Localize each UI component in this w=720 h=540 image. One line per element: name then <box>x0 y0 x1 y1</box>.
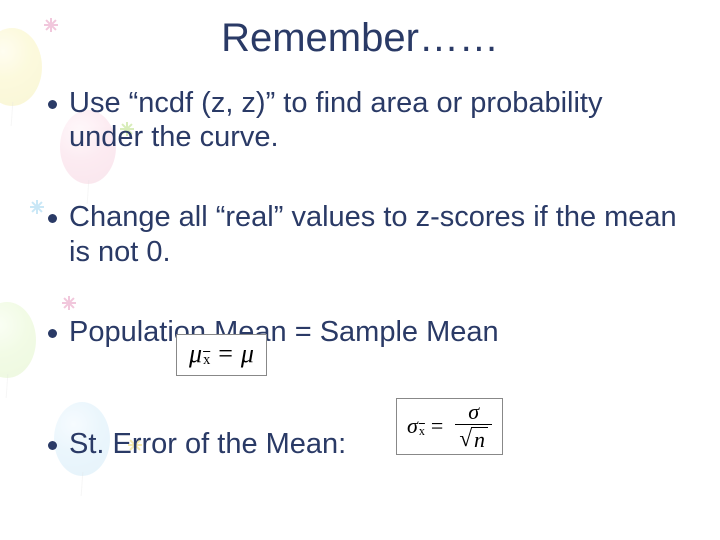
formula-population-mean: μx = μ <box>176 334 267 376</box>
equals-sign: = <box>431 413 443 439</box>
bullet-item: Use “ncdf (z, z)” to find area or probab… <box>48 86 678 154</box>
bullet-icon <box>48 329 57 338</box>
subscript-xbar: x <box>203 352 210 369</box>
slide-body: Use “ncdf (z, z)” to find area or probab… <box>48 86 678 461</box>
bullet-text: Use “ncdf (z, z)” to find area or probab… <box>69 86 678 154</box>
symbol-sigma: σ <box>468 399 479 424</box>
bullet-item: Population Mean = Sample Mean <box>48 315 678 349</box>
sqrt-argument: n <box>471 427 488 451</box>
bullet-icon <box>48 214 57 223</box>
bullet-icon <box>48 100 57 109</box>
formula-std-error-mean: σx = σ √ n <box>396 398 503 455</box>
subscript-xbar: x <box>419 424 425 439</box>
slide-title: Remember…… <box>0 16 720 61</box>
fraction-denominator: √ n <box>455 424 492 451</box>
bullet-text: Change all “real” values to z-scores if … <box>69 200 678 268</box>
sparkle-decoration <box>30 200 44 214</box>
equals-sign: = <box>218 339 233 369</box>
symbol-mu: μ <box>241 339 254 369</box>
symbol-mu: μ <box>189 339 202 369</box>
fraction: σ √ n <box>455 401 492 451</box>
bullet-text: St. Error of the Mean: <box>69 427 678 461</box>
bullet-item: St. Error of the Mean: <box>48 427 678 461</box>
bullet-text: Population Mean = Sample Mean <box>69 315 678 349</box>
fraction-numerator: σ <box>464 401 483 424</box>
balloon-decoration <box>0 302 36 378</box>
bullet-icon <box>48 441 57 450</box>
square-root: √ n <box>459 427 488 451</box>
symbol-sigma: σ <box>407 413 418 439</box>
slide: Remember…… Use “ncdf (z, z)” to find are… <box>0 0 720 540</box>
bullet-item: Change all “real” values to z-scores if … <box>48 200 678 268</box>
